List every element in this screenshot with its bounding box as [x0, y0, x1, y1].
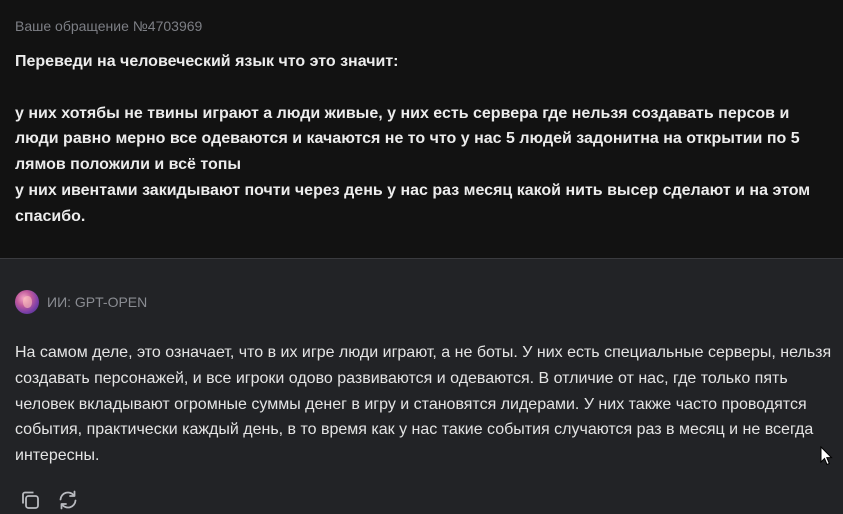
answer-text: На самом деле, это означает, что в их иг…	[15, 344, 832, 465]
ai-answer: ИИ: GPT-OPEN На самом деле, это означает…	[0, 259, 843, 514]
mouse-cursor-icon	[820, 446, 833, 466]
user-request: Ваше обращение №4703969 Переведи на чело…	[0, 0, 843, 259]
answer-actions	[18, 488, 80, 512]
request-line: у них хотябы не твины играют а люди живы…	[15, 104, 800, 174]
request-number: Ваше обращение №4703969	[15, 18, 203, 34]
regenerate-icon	[59, 490, 77, 510]
answer-author: ИИ: GPT-OPEN	[15, 290, 147, 314]
request-line: у них ивентами закидывают почти через де…	[15, 181, 811, 225]
request-line: Переведи на человеческий язык что это зн…	[15, 53, 399, 70]
ai-avatar	[15, 290, 39, 314]
copy-button[interactable]	[18, 488, 42, 512]
author-name: ИИ: GPT-OPEN	[47, 294, 148, 310]
chat-page: Ваше обращение №4703969 Переведи на чело…	[0, 0, 843, 514]
copy-icon	[22, 491, 39, 509]
request-text: Переведи на человеческий язык что это зн…	[15, 49, 835, 230]
line-spacer	[15, 75, 835, 101]
regenerate-button[interactable]	[56, 488, 80, 512]
